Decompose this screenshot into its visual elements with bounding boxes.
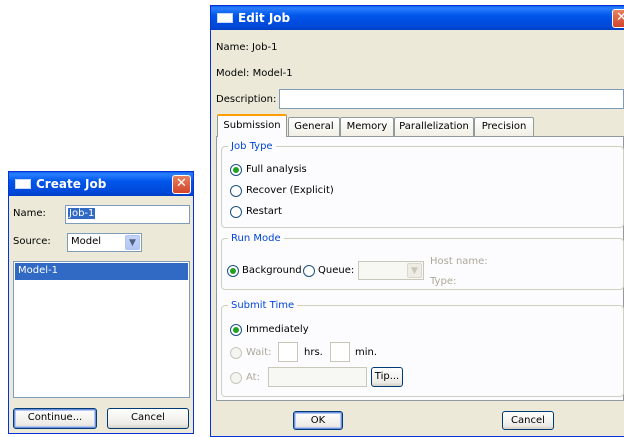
create-job-titlebar[interactable]: Create Job ✕ [9, 172, 193, 196]
hrs-label: hrs. [304, 347, 323, 358]
job-name-input[interactable]: Job-1 [65, 205, 190, 224]
chevron-down-icon[interactable]: ▼ [125, 235, 140, 250]
wait-label: Wait: [246, 347, 272, 358]
wait-hours-input[interactable] [278, 342, 298, 362]
restart-radio[interactable] [230, 206, 242, 218]
list-item[interactable]: Model-1 [15, 263, 188, 280]
tab-submission[interactable]: Submission [217, 114, 287, 137]
continue-button[interactable]: Continue... [13, 408, 97, 429]
chevron-down-icon[interactable]: ▼ [407, 263, 422, 278]
edit-job-titlebar[interactable]: Edit Job ✕ [211, 6, 624, 30]
description-label: Description: [216, 94, 277, 105]
name-label: Name: [13, 208, 46, 219]
source-select[interactable]: Model ▼ [67, 233, 142, 252]
list-item-label: Model-1 [18, 265, 58, 276]
queue-select[interactable]: ▼ [358, 261, 424, 280]
tab-memory[interactable]: Memory [340, 117, 394, 136]
full-analysis-label[interactable]: Full analysis [246, 164, 307, 175]
at-time-input[interactable] [268, 367, 367, 387]
host-name-label: Host name: [430, 256, 488, 267]
job-name-display: Name: Job-1 [216, 42, 278, 53]
cancel-button[interactable]: Cancel [107, 408, 189, 429]
immediately-label[interactable]: Immediately [246, 324, 309, 335]
at-radio[interactable] [230, 372, 242, 384]
ok-button[interactable]: OK [293, 411, 343, 430]
model-name-display: Model: Model-1 [216, 68, 293, 79]
min-label: min. [355, 347, 378, 358]
run-mode-legend: Run Mode [231, 233, 281, 244]
source-value: Model [71, 236, 102, 247]
wait-radio[interactable] [230, 347, 242, 359]
description-input[interactable] [279, 89, 624, 109]
job-type-legend: Job Type [231, 141, 273, 152]
close-icon[interactable]: ✕ [612, 9, 624, 28]
tab-general[interactable]: General [288, 117, 340, 136]
tip-button[interactable]: Tip... [371, 367, 403, 387]
tab-parallelization[interactable]: Parallelization [394, 117, 474, 136]
window-icon [217, 13, 233, 23]
close-icon[interactable]: ✕ [172, 175, 191, 194]
queue-radio[interactable] [303, 265, 315, 277]
full-analysis-radio[interactable] [230, 164, 242, 176]
model-list[interactable]: Model-1 [13, 261, 190, 398]
recover-explicit-label[interactable]: Recover (Explicit) [246, 185, 334, 196]
cancel-button[interactable]: Cancel [502, 411, 554, 430]
recover-explicit-radio[interactable] [230, 185, 242, 197]
job-name-value: Job-1 [68, 208, 96, 219]
background-radio[interactable] [227, 265, 239, 277]
at-label: At: [246, 372, 260, 383]
queue-label[interactable]: Queue: [318, 265, 354, 276]
create-job-dialog: Create Job ✕ Name: Job-1 Source: Model ▼… [8, 171, 194, 434]
restart-label[interactable]: Restart [246, 206, 282, 217]
background-label[interactable]: Background [242, 265, 302, 276]
wait-minutes-input[interactable] [330, 342, 350, 362]
create-job-title: Create Job [36, 177, 107, 191]
window-icon [15, 179, 31, 189]
immediately-radio[interactable] [230, 324, 242, 336]
source-label: Source: [13, 236, 51, 247]
edit-job-title: Edit Job [238, 11, 291, 25]
tab-precision[interactable]: Precision [474, 117, 534, 136]
submit-time-legend: Submit Time [231, 300, 295, 311]
type-label: Type: [430, 276, 457, 287]
